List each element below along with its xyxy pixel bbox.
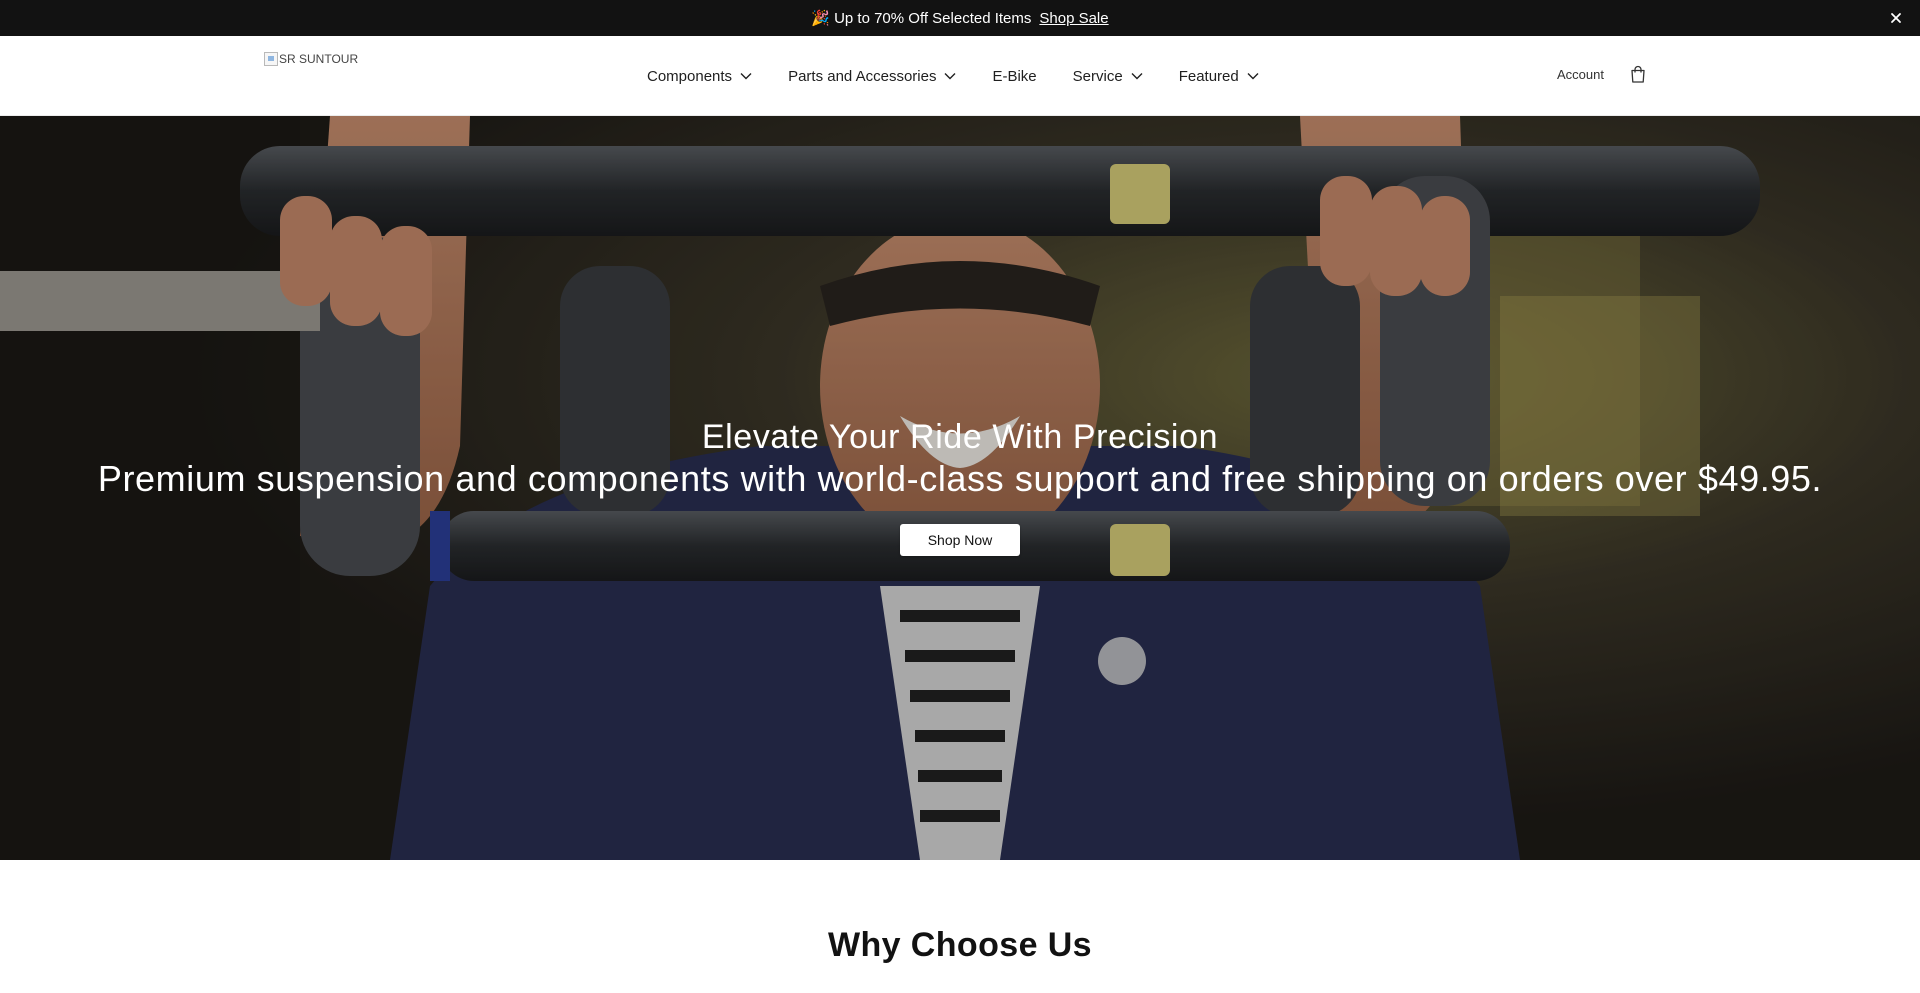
chevron-down-icon [740, 73, 752, 80]
nav-item-label: E-Bike [992, 67, 1037, 85]
site-header: SR SUNTOUR Components Parts and Accessor… [0, 36, 1920, 116]
hero-banner: Elevate Your Ride With Precision Premium… [0, 116, 1920, 860]
nav-item-service[interactable]: Service [1073, 68, 1143, 85]
chevron-down-icon [944, 73, 956, 80]
nav-item-label: Parts and Accessories [788, 67, 937, 85]
main-nav: Components Parts and Accessories E-Bike … [647, 36, 1295, 116]
chevron-down-icon [1131, 73, 1143, 80]
nav-item-label: Components [647, 67, 733, 85]
logo[interactable]: SR SUNTOUR [264, 52, 358, 66]
broken-image-icon [264, 52, 278, 66]
hero-subtitle: Premium suspension and components with w… [97, 458, 1823, 499]
shop-sale-link[interactable]: Shop Sale [1039, 10, 1108, 27]
nav-item-label: Featured [1178, 67, 1239, 85]
account-link[interactable]: Account [1557, 67, 1604, 82]
nav-item-label: Service [1072, 67, 1123, 85]
nav-item-parts-and-accessories[interactable]: Parts and Accessories [788, 68, 956, 85]
shop-now-button[interactable]: Shop Now [900, 524, 1020, 556]
close-icon[interactable] [1886, 8, 1906, 28]
nav-item-e-bike[interactable]: E-Bike [992, 68, 1036, 85]
party-popper-icon: 🎉 [811, 10, 831, 27]
shopping-bag-icon[interactable] [1630, 65, 1646, 83]
why-choose-us-heading: Why Choose Us [827, 926, 1092, 964]
nav-item-featured[interactable]: Featured [1179, 68, 1259, 85]
chevron-down-icon [1247, 73, 1259, 80]
logo-alt-text: SR SUNTOUR [279, 52, 359, 66]
hero-title: Elevate Your Ride With Precision [701, 418, 1219, 456]
nav-item-components[interactable]: Components [647, 68, 752, 85]
announcement-text: Up to 70% Off Selected Items [834, 9, 1032, 27]
announcement-bar: 🎉 Up to 70% Off Selected Items Shop Sale [0, 0, 1920, 36]
